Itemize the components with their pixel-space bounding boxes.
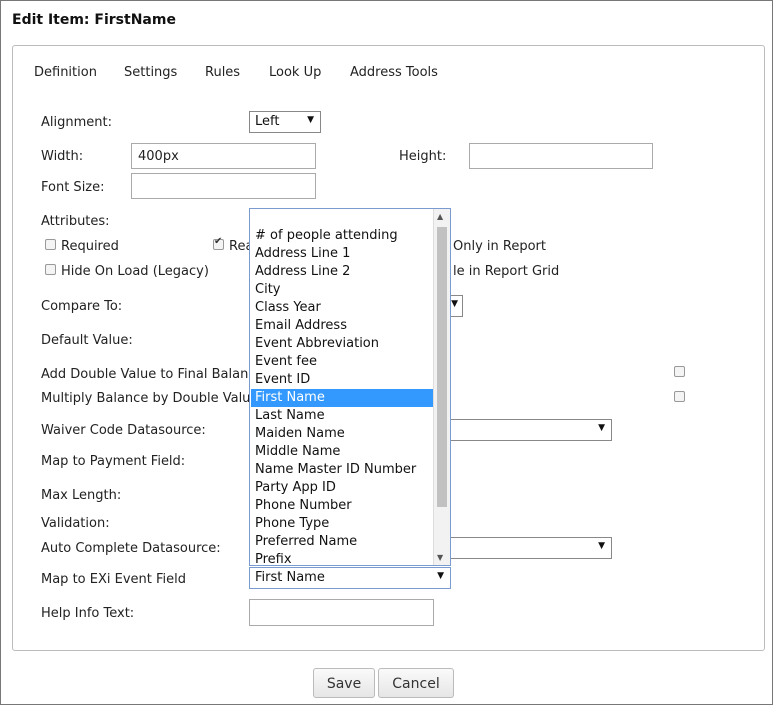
dropdown-option[interactable]: City — [255, 281, 431, 299]
attributes-label: Attributes: — [41, 214, 110, 229]
dropdown-option[interactable]: Middle Name — [255, 443, 431, 461]
dropdown-option[interactable]: Event Abbreviation — [255, 335, 431, 353]
height-label: Height: — [399, 149, 447, 164]
dropdown-option[interactable]: Address Line 1 — [255, 245, 431, 263]
scrollbar-thumb[interactable] — [437, 227, 447, 507]
auto-complete-select[interactable]: ▼ — [440, 537, 612, 559]
dropdown-option[interactable]: Prefix — [255, 551, 431, 565]
scroll-up-icon[interactable]: ▲ — [437, 212, 443, 221]
multiply-balance-checkbox[interactable] — [674, 391, 685, 402]
validation-label: Validation: — [41, 516, 110, 531]
tab-settings[interactable]: Settings — [124, 65, 177, 80]
help-info-input[interactable] — [249, 599, 434, 626]
width-input[interactable] — [131, 143, 316, 169]
tab-address-tools[interactable]: Address Tools — [350, 65, 438, 80]
dialog-title: Edit Item: FirstName — [12, 12, 176, 28]
alignment-value: Left — [255, 114, 280, 129]
compare-to-label: Compare To: — [41, 299, 123, 314]
auto-complete-label: Auto Complete Datasource: — [41, 541, 221, 556]
required-checkbox[interactable] — [45, 239, 56, 250]
dropdown-option[interactable]: Phone Number — [255, 497, 431, 515]
map-exi-select[interactable]: First Name ▼ — [249, 567, 451, 589]
dropdown-option[interactable]: First Name — [251, 389, 433, 407]
dropdown-option[interactable]: Phone Type — [255, 515, 431, 533]
chevron-down-icon: ▼ — [598, 423, 605, 433]
dropdown-option[interactable]: Last Name — [255, 407, 431, 425]
tab-definition[interactable]: Definition — [34, 65, 97, 80]
dropdown-option[interactable]: Email Address — [255, 317, 431, 335]
dropdown-option[interactable]: Name Master ID Number — [255, 461, 431, 479]
dropdown-option[interactable]: Maiden Name — [255, 425, 431, 443]
dropdown-option[interactable]: # of people attending — [255, 227, 431, 245]
map-payment-label: Map to Payment Field: — [41, 454, 186, 469]
dropdown-option[interactable]: Preferred Name — [255, 533, 431, 551]
map-exi-value: First Name — [255, 570, 325, 585]
add-double-label: Add Double Value to Final Balance — [41, 367, 264, 382]
add-double-checkbox[interactable] — [674, 366, 685, 377]
waiver-code-select[interactable]: ▼ — [440, 419, 612, 441]
hide-on-load-label: Hide On Load (Legacy) — [61, 264, 209, 279]
chevron-down-icon: ▼ — [598, 541, 605, 551]
chevron-down-icon: ▼ — [307, 115, 314, 125]
max-length-label: Max Length: — [41, 488, 122, 503]
cancel-button[interactable]: Cancel — [378, 668, 454, 698]
dropdown-option[interactable]: Class Year — [255, 299, 431, 317]
dropdown-option[interactable]: Event ID — [255, 371, 431, 389]
dropdown-option[interactable]: Event fee — [255, 353, 431, 371]
tab-rules[interactable]: Rules — [205, 65, 240, 80]
multiply-balance-label: Multiply Balance by Double Value: — [41, 391, 263, 406]
hide-on-load-checkbox[interactable] — [45, 264, 56, 275]
font-size-label: Font Size: — [41, 180, 105, 195]
dropdown-option[interactable]: Party App ID — [255, 479, 431, 497]
width-label: Width: — [41, 149, 84, 164]
save-button[interactable]: Save — [313, 668, 375, 698]
height-input[interactable] — [469, 143, 653, 169]
chevron-down-icon: ▼ — [437, 571, 444, 581]
map-exi-label: Map to EXi Event Field — [41, 572, 186, 587]
default-value-label: Default Value: — [41, 333, 133, 348]
only-in-report-label: Only in Report — [453, 239, 546, 254]
scroll-down-icon[interactable]: ▼ — [437, 553, 443, 562]
visible-in-report-grid-label: le in Report Grid — [453, 264, 560, 279]
dropdown-option[interactable]: Address Line 2 — [255, 263, 431, 281]
required-label: Required — [61, 239, 119, 254]
dropdown-scrollbar[interactable]: ▲ ▼ — [433, 209, 450, 565]
chevron-down-icon: ▼ — [451, 299, 458, 309]
waiver-code-label: Waiver Code Datasource: — [41, 423, 206, 438]
event-field-dropdown-list[interactable]: # of people attending Address Line 1 Addre… — [249, 208, 451, 566]
tab-look-up[interactable]: Look Up — [269, 65, 321, 80]
alignment-select[interactable]: Left ▼ — [249, 111, 321, 133]
font-size-input[interactable] — [131, 173, 316, 199]
alignment-label: Alignment: — [41, 115, 112, 130]
read-only-checkbox[interactable] — [213, 236, 224, 250]
help-info-label: Help Info Text: — [41, 606, 135, 621]
